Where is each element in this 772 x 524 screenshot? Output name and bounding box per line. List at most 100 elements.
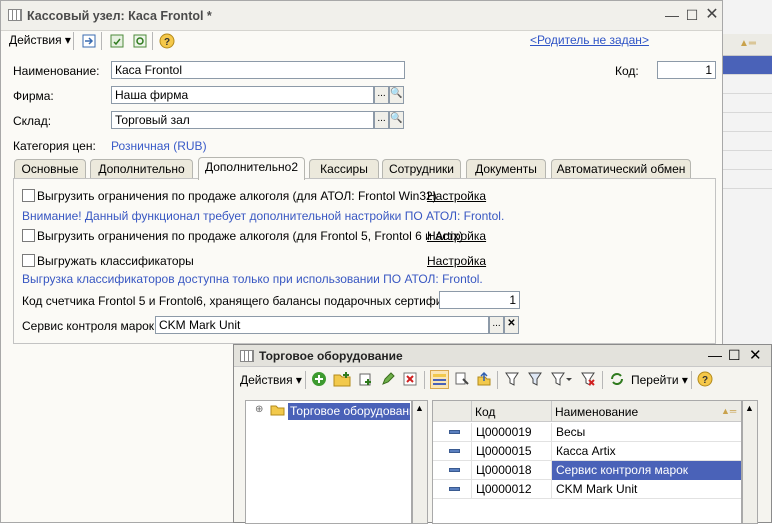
firm-input[interactable]: Наша фирма (111, 86, 374, 104)
cell-code: Ц0000012 (471, 480, 551, 499)
post-icon[interactable] (80, 32, 98, 50)
sort-icon: ▲═ (721, 406, 737, 416)
item-icon (449, 430, 460, 434)
scroll-up-icon[interactable]: ▲ (745, 403, 754, 413)
mark-service-select-button[interactable]: ... (489, 316, 504, 334)
mark-service-clear-icon[interactable]: ✕ (504, 316, 519, 334)
firm-open-icon[interactable]: 🔍 (389, 86, 404, 104)
alcohol-win32-checkbox[interactable] (22, 189, 35, 202)
scroll-up-icon[interactable]: ▲ (415, 403, 424, 413)
classifiers-checkbox[interactable] (22, 254, 35, 267)
note-classifiers: Выгрузка классификаторов доступна только… (22, 272, 483, 286)
mark-service-label: Сервис контроля марок: (22, 319, 158, 333)
table-row[interactable]: Ц0000018 Сервис контроля марок (433, 461, 741, 480)
expand-icon[interactable]: ⊕ (255, 404, 263, 415)
tab-auto-exchange[interactable]: Автоматический обмен (551, 159, 691, 179)
counter-code-label: Код счетчика Frontol 5 и Frontol6, храня… (22, 294, 477, 308)
alcohol-frontol5-checkbox[interactable] (22, 229, 35, 242)
note-frontol-setup: Внимание! Данный функционал требует допо… (22, 209, 505, 223)
column-name[interactable]: Наименование (555, 405, 638, 419)
name-input[interactable]: Каса Frontol (111, 61, 405, 79)
table-row[interactable]: Ц0000012 CKM Mark Unit (433, 480, 741, 499)
warehouse-input[interactable]: Торговый зал (111, 111, 374, 129)
maximize-icon[interactable]: ☐ (684, 7, 700, 23)
window-icon (240, 350, 254, 362)
table-row[interactable]: Ц0000015 Касса Artix (433, 442, 741, 461)
svg-text:?: ? (702, 375, 708, 386)
close-icon[interactable]: ✕ (749, 346, 762, 364)
sub-actions-menu[interactable]: Действия ▾ (240, 373, 302, 387)
tree-item-trade-equipment[interactable]: Торговое оборудование (288, 403, 410, 420)
filter-icon[interactable] (504, 371, 520, 390)
minimize-icon[interactable]: — (664, 7, 680, 23)
maximize-icon[interactable]: ☐ (728, 347, 741, 364)
hierarchy-icon[interactable] (454, 371, 470, 390)
add-icon[interactable] (311, 371, 327, 390)
firm-select-button[interactable]: ... (374, 86, 389, 104)
sort-icon: ▲═ (739, 38, 756, 49)
cell-code: Ц0000018 (471, 461, 551, 480)
tree-view-icon[interactable] (430, 370, 449, 389)
tab-panel-additional2: Выгрузить ограничения по продаже алкогол… (13, 178, 716, 344)
save-icon[interactable] (108, 32, 126, 50)
tab-main[interactable]: Основные (14, 159, 86, 179)
delete-icon[interactable] (402, 371, 418, 390)
code-input[interactable]: 1 (657, 61, 716, 79)
counter-code-input[interactable]: 1 (439, 291, 520, 309)
settings-link-2[interactable]: Настройка (427, 229, 486, 243)
background-selected-row[interactable] (719, 56, 772, 74)
copy-icon[interactable] (358, 371, 374, 390)
actions-menu[interactable]: Действия ▾ (9, 33, 71, 47)
warehouse-select-button[interactable]: ... (374, 111, 389, 129)
warehouse-open-icon[interactable]: 🔍 (389, 111, 404, 129)
sub-toolbar: Действия ▾ Перейти ▾ ? (234, 367, 771, 393)
mark-service-input[interactable]: CKM Mark Unit (155, 316, 489, 334)
help-icon[interactable]: ? (158, 32, 176, 50)
background-grid-header: ▲═ (719, 34, 772, 56)
filter-history-icon[interactable] (550, 371, 572, 390)
minimize-icon[interactable]: — (708, 347, 722, 363)
filter-value-icon[interactable] (527, 371, 543, 390)
classifiers-label: Выгружать классификаторы (37, 254, 194, 268)
settings-link-3[interactable]: Настройка (427, 254, 486, 268)
list-header: Код Наименование ▲═ (433, 401, 741, 422)
tab-additional2[interactable]: Дополнительно2 (198, 157, 305, 180)
equipment-list: Код Наименование ▲═ Ц0000019 Весы Ц0000015… (432, 400, 742, 524)
item-icon (449, 487, 460, 491)
price-category-label: Категория цен: (13, 139, 96, 153)
item-icon (449, 449, 460, 453)
alcohol-frontol5-label: Выгрузить ограничения по продаже алкогол… (37, 229, 464, 243)
list-scrollbar[interactable]: ▲ (742, 400, 758, 524)
cell-name: CKM Mark Unit (551, 480, 741, 499)
parent-link[interactable]: <Родитель не задан> (530, 33, 649, 47)
tree-scrollbar[interactable]: ▲ (412, 400, 428, 524)
level-up-icon[interactable] (476, 371, 492, 390)
tab-additional[interactable]: Дополнительно (90, 159, 193, 179)
help-icon[interactable]: ? (697, 371, 713, 390)
folder-icon (270, 404, 285, 419)
refresh-icon[interactable] (131, 32, 149, 50)
cell-name: Сервис контроля марок (551, 461, 741, 480)
firm-label: Фирма: (13, 89, 54, 103)
refresh-icon[interactable] (609, 371, 625, 390)
price-category-link[interactable]: Розничная (RUB) (111, 139, 207, 153)
sub-window-title: Торговое оборудование (259, 349, 403, 363)
trade-equipment-window: Торговое оборудование — ☐ ✕ Действия ▾ П… (233, 344, 772, 524)
tab-documents[interactable]: Документы (466, 159, 546, 179)
goto-menu[interactable]: Перейти ▾ (631, 373, 688, 387)
close-icon[interactable]: ✕ (704, 7, 720, 23)
cell-code: Ц0000015 (471, 442, 551, 461)
settings-link-1[interactable]: Настройка (427, 189, 486, 203)
table-row[interactable]: Ц0000019 Весы (433, 423, 741, 442)
clear-filter-icon[interactable] (580, 371, 596, 390)
toolbar: Действия ▾ ? <Родитель не задан> (1, 31, 722, 51)
add-group-icon[interactable] (333, 371, 351, 390)
alcohol-win32-label: Выгрузить ограничения по продаже алкогол… (37, 189, 437, 203)
column-code[interactable]: Код (475, 405, 495, 419)
svg-text:?: ? (164, 37, 170, 48)
tab-cashiers[interactable]: Кассиры (309, 159, 379, 179)
item-icon (449, 468, 460, 472)
edit-icon[interactable] (380, 371, 396, 390)
window-icon (8, 9, 22, 21)
tab-employees[interactable]: Сотрудники (382, 159, 461, 179)
